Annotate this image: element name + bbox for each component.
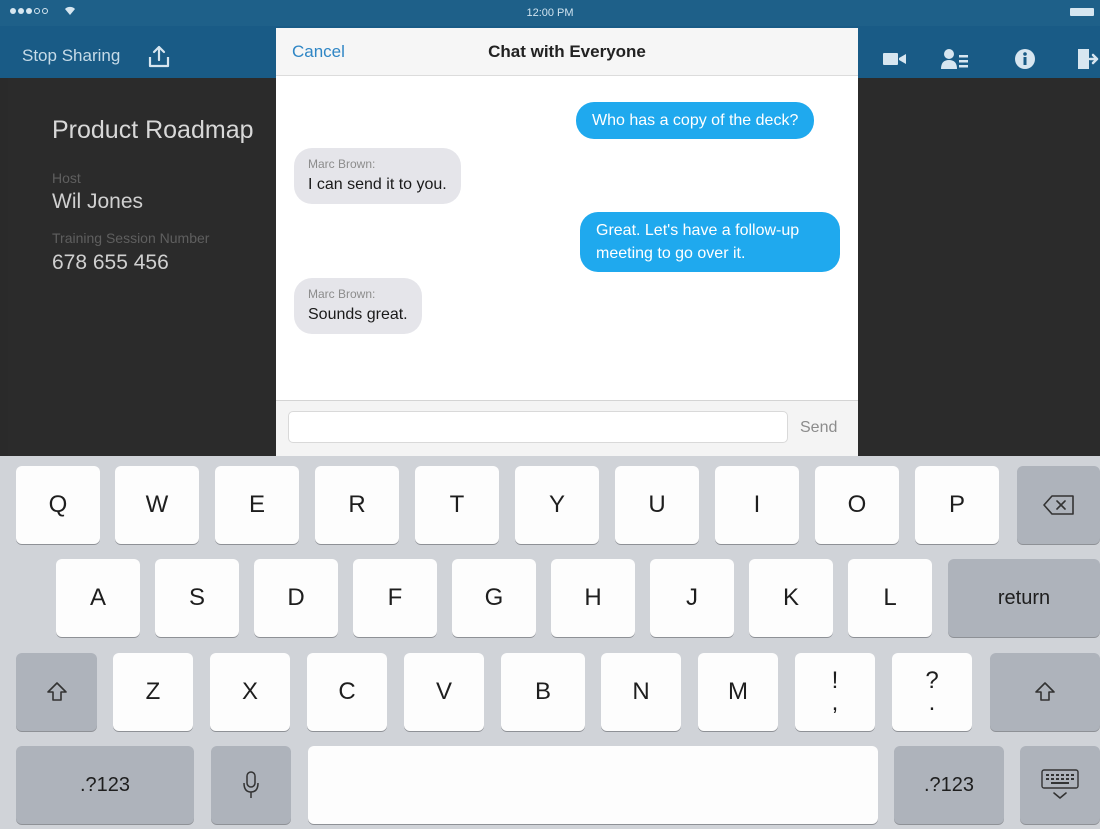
key-m[interactable]: M — [698, 653, 778, 731]
dictation-key[interactable] — [211, 746, 291, 824]
key-bottom-char: , — [831, 689, 839, 716]
key-a[interactable]: A — [56, 559, 140, 637]
message-outgoing: Who has a copy of the deck? — [576, 102, 815, 139]
key-e[interactable]: E — [215, 466, 299, 544]
key-z[interactable]: Z — [113, 653, 193, 731]
participants-icon[interactable] — [940, 46, 970, 72]
chat-header: Cancel Chat with Everyone — [276, 28, 858, 76]
chat-dialog: Cancel Chat with Everyone Who has a copy… — [276, 28, 858, 456]
session-number: 678 655 456 — [52, 251, 169, 274]
key-g[interactable]: G — [452, 559, 536, 637]
info-icon[interactable] — [1010, 46, 1040, 72]
key-b[interactable]: B — [501, 653, 585, 731]
microphone-icon — [243, 771, 259, 798]
shift-icon — [46, 682, 67, 701]
numbers-key-right[interactable]: .?123 — [894, 746, 1004, 824]
message-incoming: Marc Brown: I can send it to you. — [294, 148, 461, 204]
space-bar[interactable] — [308, 746, 878, 824]
message-text: Sounds great. — [308, 306, 408, 323]
keyboard-dismiss-icon — [1041, 769, 1079, 799]
video-camera-icon[interactable] — [880, 46, 910, 72]
battery-icon — [1070, 8, 1094, 16]
key-j[interactable]: J — [650, 559, 734, 637]
backspace-key[interactable] — [1017, 466, 1100, 544]
shift-key-right[interactable] — [990, 653, 1100, 731]
key-h[interactable]: H — [551, 559, 635, 637]
numbers-key-left[interactable]: .?123 — [16, 746, 194, 824]
chat-title: Chat with Everyone — [488, 42, 646, 61]
message-text: I can send it to you. — [308, 176, 447, 193]
message-text: Who has a copy of the deck? — [592, 112, 799, 129]
message-sender: Marc Brown: — [308, 157, 376, 171]
status-time: 12:00 PM — [526, 7, 574, 19]
session-title: Product Roadmap — [52, 116, 254, 144]
message-incoming: Marc Brown: Sounds great. — [294, 278, 422, 334]
key-o[interactable]: O — [815, 466, 899, 544]
key-l[interactable]: L — [848, 559, 932, 637]
key-k[interactable]: K — [749, 559, 833, 637]
key-n[interactable]: N — [601, 653, 681, 731]
key-t[interactable]: T — [415, 466, 499, 544]
shift-key-left[interactable] — [16, 653, 97, 731]
key-r[interactable]: R — [315, 466, 399, 544]
status-bar: 12:00 PM — [0, 0, 1100, 26]
leave-icon[interactable] — [1072, 46, 1100, 72]
chat-input-bar: Send — [276, 400, 858, 456]
share-icon[interactable] — [146, 44, 172, 70]
key-c[interactable]: C — [307, 653, 387, 731]
message-outgoing: Great. Let's have a follow-up meeting to… — [580, 212, 840, 272]
key-d[interactable]: D — [254, 559, 338, 637]
key-q[interactable]: Q — [16, 466, 100, 544]
onscreen-keyboard: Q W E R T Y U I O P A S D F G H J K L re… — [0, 456, 1100, 829]
hide-keyboard-key[interactable] — [1020, 746, 1100, 824]
chat-message-input[interactable] — [288, 411, 788, 443]
key-question-period[interactable]: ?. — [892, 653, 972, 731]
message-sender: Marc Brown: — [308, 287, 376, 301]
key-f[interactable]: F — [353, 559, 437, 637]
key-bottom-char: . — [928, 689, 936, 716]
session-number-label: Training Session Number — [52, 230, 210, 246]
backspace-icon — [1042, 495, 1074, 515]
key-y[interactable]: Y — [515, 466, 599, 544]
host-name: Wil Jones — [52, 190, 144, 213]
message-list: Who has a copy of the deck? Marc Brown: … — [276, 76, 858, 400]
key-v[interactable]: V — [404, 653, 484, 731]
key-i[interactable]: I — [715, 466, 799, 544]
key-u[interactable]: U — [615, 466, 699, 544]
key-s[interactable]: S — [155, 559, 239, 637]
key-w[interactable]: W — [115, 466, 199, 544]
app-screen: 12:00 PM Stop Sharing Product Roadmap Ho… — [0, 0, 1100, 829]
key-p[interactable]: P — [915, 466, 999, 544]
return-key[interactable]: return — [948, 559, 1100, 637]
stop-sharing-button[interactable]: Stop Sharing — [22, 46, 120, 66]
host-label: Host — [52, 170, 81, 186]
message-text: Great. Let's have a follow-up meeting to… — [596, 222, 800, 262]
shift-icon — [1035, 682, 1055, 701]
key-x[interactable]: X — [210, 653, 290, 731]
send-button[interactable]: Send — [800, 419, 837, 437]
key-exclamation-comma[interactable]: !, — [795, 653, 875, 731]
